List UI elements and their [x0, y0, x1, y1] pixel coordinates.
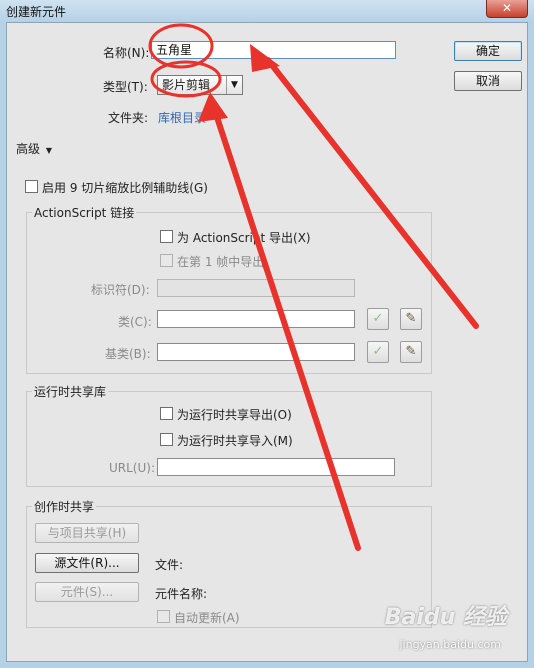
type-select[interactable]: 影片剪辑 ▼ — [157, 75, 243, 95]
import-runtime-sharing-label: 为运行时共享导入(M) — [177, 434, 293, 448]
edit-class-button[interactable]: ✎ — [400, 308, 422, 330]
auto-update-label: 自动更新(A) — [174, 611, 240, 625]
runtime-shared-group-title: 运行时共享库 — [32, 383, 109, 400]
chevron-down-icon: ▼ — [226, 76, 242, 94]
checkmark-icon: ✓ — [372, 344, 384, 359]
watermark-url: jingyan.baidu.com — [399, 638, 501, 651]
file-label: 文件: — [155, 558, 184, 572]
close-icon: ✕ — [501, 1, 513, 15]
url-label: URL(U): — [109, 461, 155, 475]
edit-base-class-button[interactable]: ✎ — [400, 341, 422, 363]
export-in-frame1-label: 在第 1 帧中导出 — [177, 255, 265, 269]
type-select-value: 影片剪辑 — [162, 78, 211, 92]
window-title: 创建新元件 — [6, 5, 67, 19]
advanced-label: 高级 — [16, 142, 41, 156]
actionscript-group-title: ActionScript 链接 — [32, 204, 137, 221]
validate-base-class-button[interactable]: ✓ — [367, 341, 389, 363]
name-label: 名称(N): — [103, 46, 150, 60]
source-file-button[interactable]: 源文件(R)... — [35, 553, 139, 573]
class-input[interactable] — [157, 310, 355, 328]
window-frame-bottom — [0, 662, 534, 668]
folder-link[interactable]: 库根目录 — [158, 109, 206, 126]
title-bar: 创建新元件 ✕ — [0, 0, 534, 22]
export-for-actionscript-label: 为 ActionScript 导出(X) — [177, 231, 311, 245]
identifier-label: 标识符(D): — [91, 283, 150, 297]
export-runtime-sharing-label: 为运行时共享导出(O) — [177, 408, 292, 422]
pencil-icon: ✎ — [405, 344, 417, 359]
nine-slice-checkbox[interactable] — [25, 180, 38, 193]
name-input-value: 五角星 — [156, 43, 193, 57]
base-class-label: 基类(B): — [105, 347, 151, 361]
authortime-sharing-group-title: 创作时共享 — [32, 498, 97, 515]
import-runtime-sharing-checkbox[interactable] — [160, 433, 173, 446]
base-class-input[interactable] — [157, 343, 355, 361]
export-in-frame1-checkbox[interactable] — [160, 254, 173, 267]
auto-update-checkbox[interactable] — [157, 610, 170, 623]
ok-button[interactable]: 确定 — [454, 41, 522, 61]
export-runtime-sharing-checkbox[interactable] — [160, 407, 173, 420]
folder-label: 文件夹: — [108, 111, 149, 125]
dialog-body: 名称(N): 五角星 类型(T): 影片剪辑 ▼ 文件夹: 库根目录 确定 取消… — [6, 22, 528, 662]
advanced-toggle[interactable]: 高级 ▼ — [16, 140, 52, 157]
type-label: 类型(T): — [103, 80, 148, 94]
nine-slice-label: 启用 9 切片缩放比例辅助线(G) — [42, 181, 208, 195]
symbol-button[interactable]: 元件(S)... — [35, 582, 139, 602]
symbol-name-label: 元件名称: — [155, 587, 208, 601]
baidu-jingyan-logo: Baidu 经验 — [384, 605, 507, 630]
share-with-project-button[interactable]: 与项目共享(H) — [35, 523, 139, 543]
window-frame-right — [528, 22, 534, 668]
url-input[interactable] — [157, 458, 395, 476]
name-input[interactable]: 五角星 — [151, 41, 396, 59]
export-for-actionscript-checkbox[interactable] — [160, 230, 173, 243]
close-button[interactable]: ✕ — [486, 0, 528, 18]
pencil-icon: ✎ — [405, 311, 417, 326]
cancel-button[interactable]: 取消 — [454, 71, 522, 91]
checkmark-icon: ✓ — [372, 311, 384, 326]
class-label: 类(C): — [118, 315, 152, 329]
triangle-down-icon: ▼ — [45, 146, 52, 155]
validate-class-button[interactable]: ✓ — [367, 308, 389, 330]
identifier-input[interactable] — [157, 279, 355, 297]
